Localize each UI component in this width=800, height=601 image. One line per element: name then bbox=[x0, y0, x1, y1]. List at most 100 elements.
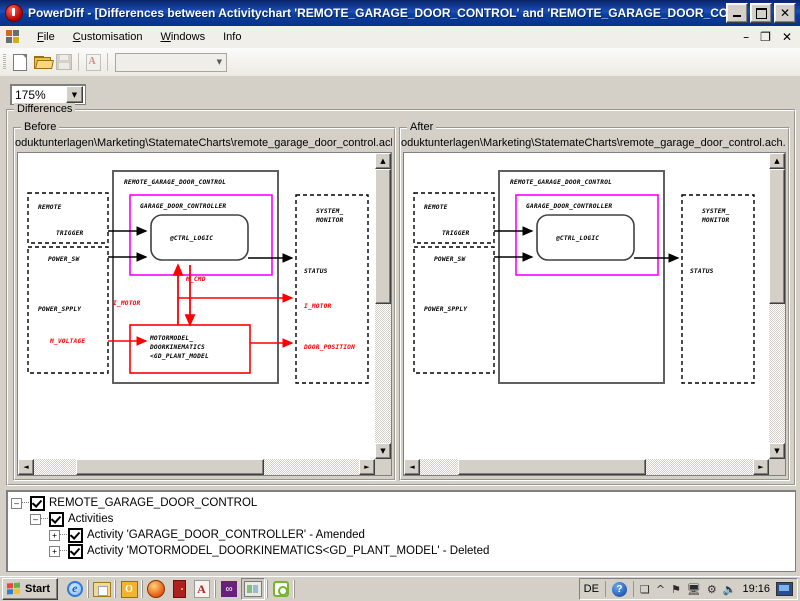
differences-group-label: Differences bbox=[14, 103, 76, 115]
mdi-app-icon[interactable] bbox=[6, 30, 20, 44]
chevron-up-icon[interactable]: ^ bbox=[656, 584, 665, 595]
dg-a-controller-label: GARAGE_DOOR_CONTROLLER bbox=[526, 203, 612, 210]
flag-icon[interactable]: ⚑ bbox=[671, 584, 681, 595]
clock[interactable]: 19:16 bbox=[742, 583, 770, 595]
close-button[interactable]: ✕ bbox=[774, 3, 796, 23]
acrobat-reader-icon[interactable] bbox=[191, 579, 213, 599]
tree-expander[interactable]: – bbox=[11, 497, 22, 509]
save-button[interactable] bbox=[53, 51, 75, 73]
mdi-window-controls: – ❐ ✕ bbox=[743, 31, 792, 43]
menu-item-file[interactable]: File bbox=[28, 28, 64, 46]
tree-row-root[interactable]: – REMOTE_GARAGE_DOOR_CONTROL bbox=[11, 495, 795, 511]
before-scroll-left-button[interactable]: ◄ bbox=[18, 459, 34, 475]
help-icon[interactable]: ? bbox=[611, 581, 627, 597]
window-preview-icon[interactable] bbox=[241, 578, 266, 600]
after-scroll-left-button[interactable]: ◄ bbox=[404, 459, 420, 475]
quick-launch-bar bbox=[64, 578, 297, 600]
tree-expander[interactable]: + bbox=[49, 545, 60, 557]
tree-row-garage-door-controller[interactable]: + Activity 'GARAGE_DOOR_CONTROLLER' - Am… bbox=[11, 527, 795, 543]
after-scroll-right-button[interactable]: ► bbox=[753, 459, 769, 475]
visual-studio-icon[interactable] bbox=[218, 579, 240, 599]
title-bar: PowerDiff - [Differences between Activit… bbox=[0, 0, 800, 26]
after-scroll-up-button[interactable]: ▲ bbox=[769, 153, 785, 169]
zoom-combo[interactable]: 175% ▼ bbox=[10, 84, 86, 105]
before-scroll-down-button[interactable]: ▼ bbox=[375, 443, 391, 459]
after-hscrollbar[interactable]: ◄ ► bbox=[404, 459, 769, 475]
network-icon[interactable]: 🖥 bbox=[687, 584, 701, 595]
mdi-client-area: 175% ▼ Differences Before oduktunterlage… bbox=[0, 76, 800, 576]
mdi-restore-icon[interactable]: ❐ bbox=[760, 31, 771, 43]
maximize-button[interactable] bbox=[750, 3, 772, 23]
open-button[interactable] bbox=[31, 51, 54, 73]
dg-a-power-supply-label: POWER_SPPLY bbox=[424, 306, 468, 313]
left-arrow-icon: ◄ bbox=[23, 463, 29, 471]
zoom-dropdown-button[interactable]: ▼ bbox=[66, 86, 83, 103]
after-hscroll-thumb[interactable] bbox=[458, 459, 646, 475]
red-door-icon[interactable] bbox=[168, 579, 190, 599]
menu-item-info[interactable]: Info bbox=[214, 28, 250, 46]
before-diagram-panel[interactable]: REMOTE_GARAGE_DOOR_CONTROL GARAGE_DOOR_C… bbox=[17, 152, 392, 476]
after-scroll-corner bbox=[769, 459, 785, 475]
before-path: oduktunterlagen\Marketing\StatemateChart… bbox=[15, 137, 392, 149]
internet-explorer-icon[interactable] bbox=[64, 579, 86, 599]
tree-row-motormodel[interactable]: + Activity 'MOTORMODEL_DOORKINEMATICS<GD… bbox=[11, 543, 795, 559]
before-group: Before oduktunterlagen\Marketing\Statema… bbox=[13, 121, 396, 481]
windows-explorer-icon[interactable] bbox=[91, 579, 113, 599]
start-button-label: Start bbox=[25, 583, 51, 595]
dg-b-power-sw-label: POWER_SW bbox=[48, 256, 80, 263]
before-vscroll-thumb[interactable] bbox=[375, 169, 391, 304]
minimize-button[interactable] bbox=[726, 3, 748, 23]
toolbar-combo[interactable]: ▼ bbox=[115, 52, 227, 72]
menu-item-windows[interactable]: Windows bbox=[151, 28, 214, 46]
new-document-icon bbox=[13, 53, 27, 71]
tree-expander[interactable]: + bbox=[49, 529, 60, 541]
tree-checkbox[interactable] bbox=[30, 495, 45, 511]
volume-icon[interactable]: 🔈 bbox=[723, 584, 737, 595]
start-button[interactable]: Start bbox=[2, 578, 59, 600]
dg-b-controller-label: GARAGE_DOOR_CONTROLLER bbox=[140, 203, 226, 210]
differences-tree[interactable]: – REMOTE_GARAGE_DOOR_CONTROL – Activitie… bbox=[6, 490, 796, 572]
tree-expander[interactable]: – bbox=[30, 513, 41, 525]
toolbar-grip[interactable] bbox=[3, 54, 6, 70]
menu-label-customisation: ustomisation bbox=[80, 31, 143, 43]
down-arrow-icon: ▼ bbox=[380, 447, 386, 455]
up-arrow-icon: ▲ bbox=[774, 157, 780, 165]
safely-remove-hardware-icon[interactable]: ⚙ bbox=[707, 584, 717, 595]
dg-a-trigger-label: TRIGGER bbox=[442, 230, 470, 237]
tree-connector bbox=[22, 502, 29, 504]
new-button[interactable] bbox=[9, 51, 31, 73]
pdf-export-button[interactable] bbox=[82, 51, 104, 73]
before-vscrollbar[interactable]: ▲ ▼ bbox=[375, 153, 391, 459]
tree-checkbox[interactable] bbox=[68, 543, 83, 559]
quick-launch-separator bbox=[293, 580, 297, 598]
open-folder-icon bbox=[34, 55, 54, 69]
tree-checkbox[interactable] bbox=[68, 527, 83, 543]
after-vscroll-thumb[interactable] bbox=[769, 169, 785, 304]
mdi-close-icon[interactable]: ✕ bbox=[782, 31, 792, 43]
before-hscrollbar[interactable]: ◄ ► bbox=[18, 459, 375, 475]
menu-item-customisation[interactable]: Customisation bbox=[64, 28, 152, 46]
tree-checkbox[interactable] bbox=[49, 511, 64, 527]
toolbar: ▼ bbox=[0, 48, 800, 77]
system-tray: DE ? ❏ ^ ⚑ 🖥 ⚙ 🔈 19:16 bbox=[578, 578, 798, 600]
mdi-minimize-icon[interactable]: – bbox=[743, 31, 749, 43]
tree-connector bbox=[41, 518, 48, 520]
after-scroll-down-button[interactable]: ▼ bbox=[769, 443, 785, 459]
language-indicator[interactable]: DE bbox=[584, 583, 599, 595]
firefox-icon[interactable] bbox=[145, 579, 167, 599]
before-scroll-right-button[interactable]: ► bbox=[359, 459, 375, 475]
dg-b-sysmon-1: SYSTEM_ bbox=[316, 208, 344, 215]
outlook-icon[interactable] bbox=[118, 579, 140, 599]
before-scroll-up-button[interactable]: ▲ bbox=[375, 153, 391, 169]
display-icon[interactable] bbox=[776, 582, 793, 596]
powerdiff-icon bbox=[5, 4, 23, 22]
show-hidden-icons[interactable]: ❏ bbox=[640, 584, 650, 595]
green-link-icon[interactable] bbox=[270, 579, 292, 599]
after-vscrollbar[interactable]: ▲ ▼ bbox=[769, 153, 785, 459]
taskbar: Start DE ? ❏ ^ ⚑ 🖥 bbox=[0, 576, 800, 601]
tree-row-activities[interactable]: – Activities bbox=[11, 511, 795, 527]
before-hscroll-thumb[interactable] bbox=[76, 459, 264, 475]
after-group-label: After bbox=[407, 121, 437, 133]
after-path: oduktunterlagen\Marketing\StatemateChart… bbox=[401, 137, 786, 149]
after-diagram-panel[interactable]: REMOTE_GARAGE_DOOR_CONTROL GARAGE_DOOR_C… bbox=[403, 152, 786, 476]
